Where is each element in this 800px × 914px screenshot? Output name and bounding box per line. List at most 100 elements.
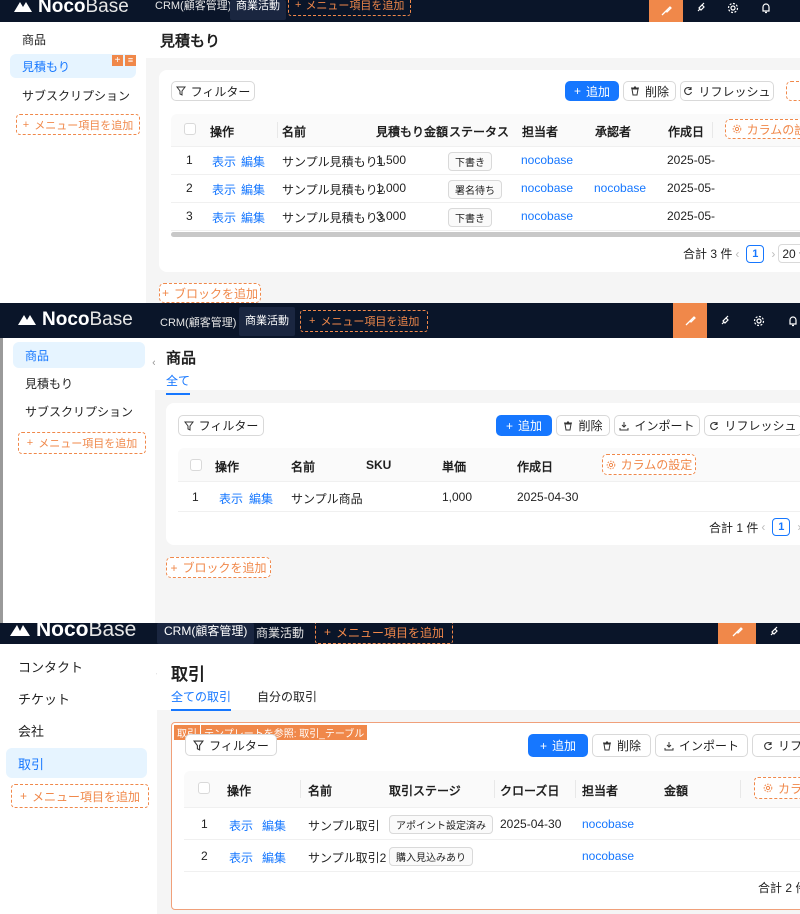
sidebar-item-contacts[interactable]: コンタクト [6,654,147,678]
tab-my-deals[interactable]: 自分の取引 [257,688,317,711]
page-number[interactable]: 1 [746,244,765,263]
nav-add-menu-button[interactable]: + メニュー項目を追加 [300,310,429,332]
table-row[interactable]: 1 表示 編集 サンプル商品 1,000 2025-04-30 [178,481,800,512]
refresh-button[interactable]: リフレッシュ [704,415,800,436]
view-link[interactable]: 表示 [212,209,236,226]
delete-button[interactable]: 削除 [623,81,676,101]
menu-edit-icons[interactable]: + ≡ [112,55,136,66]
nav-add-menu-button[interactable]: + メニュー項目を追加 [288,0,412,16]
plug-icon[interactable] [688,0,714,16]
view-link[interactable]: 表示 [212,181,236,198]
plug-icon[interactable] [712,303,738,338]
tab-all-deals[interactable]: 全ての取引 [171,688,232,711]
bell-icon[interactable] [780,303,800,338]
table-row[interactable]: 1 表示 編集 サンプル取引 アポイント設定済み 2025-04-30 noco… [184,807,800,840]
filter-button[interactable]: フィルター [178,415,264,436]
select-all-checkbox[interactable] [184,123,196,135]
cell-amount: 1,000 [376,181,407,195]
add-block-button[interactable]: + ブロックを追加 [159,283,261,303]
add-button[interactable]: + 追加 [528,734,588,757]
sidebar-item-subscriptions[interactable]: サブスクリプション [10,84,136,106]
view-link[interactable]: 表示 [229,817,253,834]
edit-link[interactable]: 編集 [262,849,286,866]
add-icon[interactable]: + [112,55,123,66]
nav-sales[interactable]: 商業活動 [239,307,295,336]
import-button[interactable]: インポート [655,734,748,757]
trash-icon [630,86,639,96]
sidebar-item-deals[interactable]: 取引 [6,748,147,778]
cell-owner[interactable]: nocobase [521,209,573,223]
table-row[interactable]: 1 表示 編集 サンプル見積もり1 1,500 下書き nocobase 202… [171,146,800,175]
view-link[interactable]: 表示 [219,490,243,507]
cell-owner[interactable]: nocobase [521,181,573,195]
table-row[interactable]: 2 表示 編集 サンプル見積もり2 1,000 署名待ち nocobase no… [171,174,800,203]
sidebar-add-menu-button[interactable]: + メニュー項目を追加 [18,432,146,454]
page-tabs: 全ての取引 自分の取引 [171,688,343,711]
delete-button[interactable]: 削除 [556,415,610,436]
refresh-button[interactable]: リフ [752,734,800,757]
nocobase-logo[interactable]: Noco Base [12,0,129,18]
add-button[interactable]: + 追加 [565,81,619,101]
nav-crm[interactable]: CRM(顧客管理) [157,623,255,644]
cell-amount: 3,000 [376,209,407,223]
nocobase-logo[interactable]: Noco Base [8,623,136,642]
sidebar-item-products[interactable]: 商品 [10,28,136,50]
sidebar-add-menu-button[interactable]: + メニュー項目を追加 [16,114,140,135]
horizontal-scrollbar[interactable] [171,232,800,237]
view-link[interactable]: 表示 [229,849,253,866]
bell-icon[interactable] [753,0,779,16]
list-icon[interactable]: ≡ [125,55,136,66]
add-block-button[interactable]: + ブロックを追加 [166,557,271,578]
edit-link[interactable]: 編集 [241,209,265,226]
cell-approver[interactable]: nocobase [594,181,646,195]
nav-sales[interactable]: 商業活動 [256,624,304,641]
sidebar-item-companies[interactable]: 会社 [6,718,147,742]
edit-link[interactable]: 編集 [249,490,273,507]
filter-button[interactable]: フィルター [171,81,255,101]
nav-add-menu-button[interactable]: + メニュー項目を追加 [315,623,454,644]
select-all-checkbox[interactable] [198,782,210,794]
tab-all[interactable]: 全て [166,372,191,395]
add-button[interactable]: + 追加 [496,415,552,436]
column-header-actions: 操作 [210,125,235,139]
nav-crm[interactable]: CRM(顧客管理) [153,0,233,16]
prev-page-icon[interactable]: ‹ [735,247,739,261]
sidebar-item-quotes[interactable]: 見積もり [13,372,145,394]
column-header-amount: 見積もり金額 [376,125,449,139]
sidebar-item-tickets[interactable]: チケット [6,686,147,710]
cell-name: サンプル見積もり1 [282,155,385,169]
table-row[interactable]: 3 表示 編集 サンプル見積もり3 3,000 下書き nocobase 202… [171,202,800,231]
sidebar-add-menu-button[interactable]: + メニュー項目を追加 [11,784,149,808]
nav-sales[interactable]: 商業活動 [230,0,286,20]
column-settings-button[interactable]: カラ [754,777,800,799]
edit-link[interactable]: 編集 [241,181,265,198]
edit-link[interactable]: 編集 [262,817,286,834]
view-link[interactable]: 表示 [212,153,236,170]
sidebar-item-subscriptions[interactable]: サブスクリプション [13,400,145,422]
page-size-select[interactable]: 20 件 [778,244,800,263]
delete-button[interactable]: 削除 [592,734,651,757]
edit-link[interactable]: 編集 [241,153,265,170]
toolbar-settings-button[interactable] [786,81,800,101]
total-count: 合計 2 件 [758,881,800,895]
cell-owner[interactable]: nocobase [582,817,634,831]
refresh-button[interactable]: リフレッシュ [680,81,774,101]
nocobase-logo[interactable]: Noco Base [16,309,133,331]
filter-button[interactable]: フィルター [185,734,277,756]
cell-owner[interactable]: nocobase [521,153,573,167]
column-settings-button[interactable]: カラムの設定 [602,454,696,475]
import-button[interactable]: インポート [614,415,700,436]
cell-owner[interactable]: nocobase [582,849,634,863]
sidebar-item-products[interactable]: 商品 [13,342,145,368]
plug-icon[interactable] [760,623,788,641]
column-settings-button[interactable]: カラムの設定 [725,119,800,139]
page-number[interactable]: 1 [772,518,791,536]
next-page-icon[interactable]: › [771,247,775,261]
table-row[interactable]: 2 表示 編集 サンプル取引2 購入見込みあり nocobase [184,839,800,872]
pagination: 合計 1 件 ‹ 1 › [709,518,800,536]
select-all-checkbox[interactable] [190,459,202,471]
gear-icon[interactable] [746,303,772,338]
prev-page-icon[interactable]: ‹ [761,520,765,534]
nav-crm[interactable]: CRM(顧客管理) [160,314,236,330]
gear-icon[interactable] [720,0,746,16]
